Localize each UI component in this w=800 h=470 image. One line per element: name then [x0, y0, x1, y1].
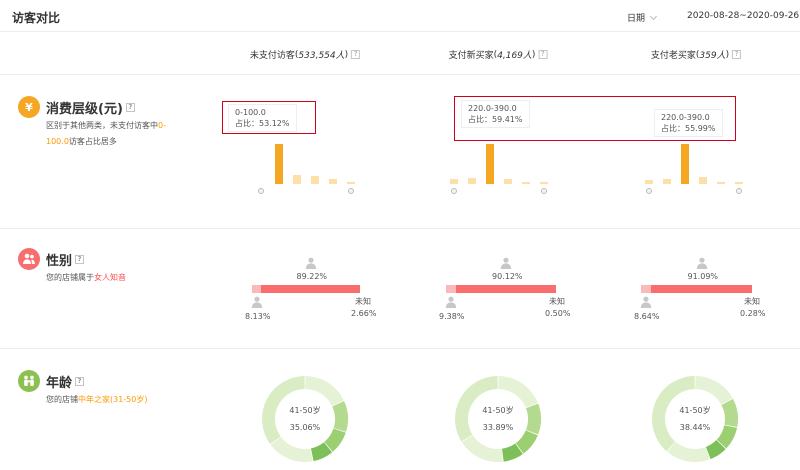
age-donut-chart[interactable] [255, 369, 355, 469]
column-header-old-buyers: 支付老买家(359人)? [651, 48, 742, 61]
chevron-down-icon [649, 12, 658, 20]
donut-segment[interactable] [667, 441, 710, 462]
coins-icon [541, 188, 547, 194]
unknown-label: 未知 [355, 297, 371, 306]
donut-center-label: 41-50岁 [289, 406, 321, 415]
donut-segment[interactable] [270, 436, 313, 462]
unknown-label: 未知 [549, 297, 565, 306]
date-filter-label: 日期 [627, 14, 646, 24]
female-bar[interactable] [651, 285, 752, 293]
donut-center-label: 41-50岁 [679, 406, 711, 415]
coin-icon [451, 188, 457, 194]
gender-description: 您的店铺属于女人知音 [46, 273, 126, 282]
donut-segment[interactable] [305, 376, 344, 406]
date-range: 2020-08-28~2020-09-26 [687, 11, 800, 21]
spending-tooltip-unpaid: 0-100.0 占比：53.12% [228, 104, 297, 132]
histogram-bar[interactable] [293, 174, 301, 184]
histogram-bar[interactable] [540, 182, 548, 184]
histogram-bar[interactable] [329, 179, 337, 184]
histogram-bar[interactable] [699, 176, 707, 184]
section-divider [0, 348, 800, 349]
help-icon[interactable]: ? [351, 50, 361, 59]
female-person-icon [305, 257, 317, 272]
histogram-bar[interactable] [450, 178, 458, 184]
date-filter-dropdown[interactable]: 日期 [627, 11, 658, 24]
unknown-percent: 0.50% [545, 309, 571, 318]
histogram-bar[interactable] [735, 182, 743, 184]
female-person-icon [500, 257, 512, 272]
yuan-icon: ¥ [18, 96, 40, 118]
histogram-bar[interactable] [275, 144, 283, 184]
male-person-icon [640, 296, 652, 311]
histogram-bar[interactable] [311, 175, 319, 184]
male-bar[interactable] [446, 285, 456, 293]
histogram-bar[interactable] [681, 144, 689, 184]
female-percent: 90.12% [492, 272, 523, 281]
column-header-unpaid: 未支付访客(533,554人)? [250, 48, 361, 61]
age-description: 您的店铺中年之家(31-50岁) [46, 395, 148, 404]
unknown-label: 未知 [744, 297, 760, 306]
section-divider [0, 74, 800, 75]
age-section-title: 年龄? [46, 372, 85, 391]
unknown-percent: 0.28% [740, 309, 766, 318]
help-icon[interactable]: ? [732, 50, 742, 59]
age-donut-chart[interactable] [645, 369, 745, 469]
histogram-bar[interactable] [717, 181, 725, 184]
donut-center-percent: 33.89% [482, 423, 514, 432]
column-header-new-buyers: 支付新买家(4,169人)? [449, 48, 548, 61]
age-donut-chart[interactable] [448, 369, 548, 469]
section-divider [0, 228, 800, 229]
histogram-bar[interactable] [522, 182, 530, 184]
page-title: 访客对比 [12, 11, 61, 25]
coin-icon [258, 188, 264, 194]
spending-tooltip-new-buyers: 220.0-390.0 占比：59.41% [461, 100, 530, 128]
header-divider [0, 31, 800, 32]
donut-center-percent: 35.06% [289, 423, 321, 432]
male-person-icon [445, 296, 457, 311]
donut-center-percent: 38.44% [679, 423, 711, 432]
spending-section-title: 消费层级(元)? [46, 98, 135, 117]
female-percent: 91.09% [687, 272, 719, 281]
histogram-bar[interactable] [486, 144, 494, 184]
female-percent: 89.22% [296, 272, 328, 281]
people-icon [18, 248, 40, 270]
female-bar[interactable] [261, 285, 360, 293]
unknown-percent: 2.66% [351, 309, 377, 318]
help-icon[interactable]: ? [75, 255, 85, 264]
female-bar[interactable] [456, 285, 556, 293]
histogram-bar[interactable] [663, 178, 671, 184]
male-person-icon [251, 296, 263, 311]
male-percent: 8.64% [634, 312, 660, 321]
help-icon[interactable]: ? [538, 50, 548, 59]
coin-icon [646, 188, 652, 194]
spending-tooltip-old-buyers: 220.0-390.0 占比：55.99% [654, 109, 723, 137]
spending-description: 区别于其他两类，未支付访客中0-100.0访客占比居多 [46, 121, 166, 146]
donut-segment[interactable] [498, 376, 538, 408]
family-icon [18, 370, 40, 392]
histogram-bar[interactable] [468, 177, 476, 184]
histogram-bar[interactable] [645, 179, 653, 184]
male-percent: 9.38% [439, 312, 465, 321]
help-icon[interactable]: ? [125, 103, 135, 112]
female-person-icon [696, 257, 708, 272]
histogram-bar[interactable] [347, 182, 355, 184]
gender-section-title: 性别? [46, 250, 85, 269]
histogram-bar[interactable] [504, 178, 512, 184]
coins-icon [736, 188, 742, 194]
donut-segment[interactable] [461, 435, 503, 462]
male-bar[interactable] [641, 285, 651, 293]
male-bar[interactable] [252, 285, 261, 293]
coins-icon [348, 188, 354, 194]
help-icon[interactable]: ? [75, 377, 85, 386]
male-percent: 8.13% [245, 312, 271, 321]
donut-segment[interactable] [695, 376, 733, 405]
donut-center-label: 41-50岁 [482, 406, 514, 415]
